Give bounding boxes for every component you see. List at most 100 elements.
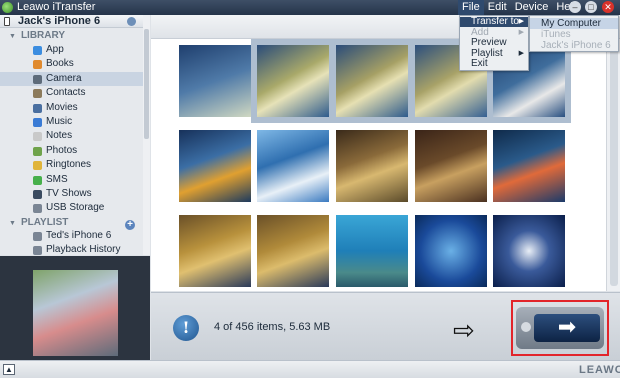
- maximize-icon[interactable]: □: [585, 1, 597, 13]
- sidebar-item-movies[interactable]: Movies: [0, 101, 150, 115]
- sidebar-item-usb-storage[interactable]: USB Storage: [0, 201, 150, 215]
- eject-icon[interactable]: [127, 17, 136, 26]
- sidebar-item-label: Contacts: [46, 87, 86, 99]
- status-text: 4 of 456 items, 5.63 MB: [214, 321, 331, 333]
- transfer-knob-icon: [521, 322, 531, 332]
- minimize-icon[interactable]: –: [569, 1, 581, 13]
- transfer-target-itunes[interactable]: iTunes: [530, 29, 618, 40]
- sidebar-item-tv-shows[interactable]: TV Shows: [0, 187, 150, 201]
- menu-item-label: Add: [471, 26, 489, 38]
- sms-icon: [33, 175, 42, 185]
- sidebar-item-books[interactable]: Books: [0, 57, 150, 71]
- menu-device[interactable]: Device: [511, 0, 553, 15]
- photo-14-thumbnail[interactable]: [415, 215, 487, 287]
- photo-8-thumbnail[interactable]: [336, 130, 408, 202]
- sidebar: Jack's iPhone 6 ▼ LIBRARY App Books Camera C…: [0, 15, 150, 255]
- sidebar-item-label: SMS: [46, 173, 68, 185]
- transfer-button[interactable]: ➡: [516, 307, 604, 349]
- books-icon: [33, 60, 42, 70]
- collapse-triangle-icon: ▼: [9, 220, 16, 227]
- playlist-icon: [33, 232, 42, 241]
- sidebar-item-label: USB Storage: [46, 202, 105, 214]
- grid-scroll-thumb[interactable]: [610, 41, 618, 286]
- bottom-bar: ! 4 of 456 items, 5.63 MB ⇨ ➡: [151, 292, 620, 360]
- ringtones-icon: [33, 161, 42, 171]
- menu-edit[interactable]: Edit: [484, 0, 511, 15]
- title-bar: Leawo iTransfer File Edit Device Help – …: [0, 0, 620, 15]
- file-menu-item-transfer-to[interactable]: Transfer to ▶: [460, 17, 528, 27]
- photo-10-thumbnail[interactable]: [493, 130, 565, 202]
- sidebar-item-label: Notes: [46, 130, 73, 142]
- sidebar-item-notes[interactable]: Notes: [0, 129, 150, 143]
- sidebar-item-label: Movies: [46, 101, 78, 113]
- preview-pane: [0, 256, 150, 360]
- file-menu: Transfer to ▶ Add ▶ Preview Playlist ▶ Exit: [459, 15, 529, 71]
- submenu-arrow-icon: ▶: [518, 49, 524, 57]
- menu-item-label: Playlist: [471, 47, 503, 59]
- sidebar-scroll-thumb[interactable]: [144, 29, 149, 139]
- sidebar-item-label: Ringtones: [46, 159, 92, 171]
- arrow-right-icon: ⇨: [453, 315, 475, 345]
- sidebar-item-ringtones[interactable]: Ringtones: [0, 158, 150, 172]
- photo-7-thumbnail[interactable]: [257, 130, 329, 202]
- sidebar-item-camera[interactable]: Camera: [0, 71, 150, 86]
- sidebar-item-photos[interactable]: Photos: [0, 144, 150, 158]
- transfer-target-jack-s-iphone-6[interactable]: Jack's iPhone 6: [530, 40, 618, 51]
- sidebar-item-label: Books: [46, 58, 74, 70]
- info-icon: !: [173, 315, 199, 341]
- grid-scrollbar[interactable]: [606, 39, 620, 291]
- playlist-header[interactable]: ▼ PLAYLIST: [9, 217, 68, 228]
- menu-item-label: Transfer to: [471, 16, 519, 27]
- photo-1-thumbnail[interactable]: [179, 45, 251, 117]
- status-bar: ▲ LEAWO: [0, 360, 620, 378]
- submenu-arrow-icon: ▶: [518, 28, 524, 36]
- menu-item-label: Preview: [471, 37, 507, 48]
- menu-bar: File Edit Device Help: [458, 0, 583, 15]
- brand-logo: LEAWO: [579, 364, 620, 376]
- sidebar-playlist-playback-history[interactable]: Playback History: [0, 243, 150, 257]
- file-menu-item-preview[interactable]: Preview: [460, 38, 528, 48]
- upload-icon[interactable]: ▲: [3, 364, 15, 375]
- photo-11-thumbnail[interactable]: [179, 215, 251, 287]
- transfer-arrow-icon[interactable]: ➡: [534, 314, 600, 342]
- photo-grid: [151, 39, 606, 291]
- transfer-submenu: My Computer iTunes Jack's iPhone 6: [529, 15, 619, 52]
- preview-image: [33, 270, 118, 356]
- menu-item-label: Exit: [471, 58, 488, 69]
- sidebar-item-label: Ted's iPhone 6: [46, 230, 112, 241]
- menu-file[interactable]: File: [458, 0, 484, 15]
- file-menu-item-playlist[interactable]: Playlist ▶: [460, 47, 528, 59]
- close-icon[interactable]: ✕: [602, 1, 614, 13]
- transfer-target-my-computer[interactable]: My Computer: [530, 18, 618, 29]
- sidebar-item-label: Camera: [46, 72, 82, 84]
- sidebar-playlist-ted-s-iphone-6[interactable]: Ted's iPhone 6: [0, 229, 150, 243]
- sidebar-item-music[interactable]: Music: [0, 115, 150, 129]
- file-menu-item-add[interactable]: Add ▶: [460, 26, 528, 38]
- photos-icon: [33, 146, 42, 156]
- photo-12-thumbnail[interactable]: [257, 215, 329, 287]
- collapse-triangle-icon: ▼: [9, 33, 16, 40]
- sidebar-item-label: Photos: [46, 144, 78, 156]
- photo-2-thumbnail[interactable]: [251, 39, 335, 123]
- photo-9-thumbnail[interactable]: [415, 130, 487, 202]
- device-name: Jack's iPhone 6: [18, 15, 101, 27]
- submenu-arrow-icon: ▶: [518, 18, 524, 25]
- tv-shows-icon: [33, 190, 42, 199]
- sidebar-scrollbar[interactable]: [143, 15, 150, 255]
- camera-icon: [33, 74, 42, 84]
- photo-3-thumbnail[interactable]: [330, 39, 414, 123]
- sidebar-item-label: Playback History: [46, 244, 121, 255]
- file-menu-item-exit[interactable]: Exit: [460, 59, 528, 69]
- photo-15-thumbnail[interactable]: [493, 215, 565, 287]
- sidebar-item-sms[interactable]: SMS: [0, 173, 150, 187]
- sidebar-item-contacts[interactable]: Contacts: [0, 86, 150, 100]
- sidebar-item-app[interactable]: App: [0, 43, 150, 57]
- library-header[interactable]: ▼ LIBRARY: [9, 30, 65, 41]
- photo-13-thumbnail[interactable]: [336, 215, 408, 287]
- transfer-highlight-frame: ➡: [511, 300, 609, 356]
- sidebar-item-label: Music: [46, 116, 73, 127]
- app-icon: [33, 46, 42, 55]
- photo-6-thumbnail[interactable]: [179, 130, 251, 202]
- device-header[interactable]: Jack's iPhone 6: [0, 15, 150, 28]
- sidebar-item-label: App: [46, 44, 64, 55]
